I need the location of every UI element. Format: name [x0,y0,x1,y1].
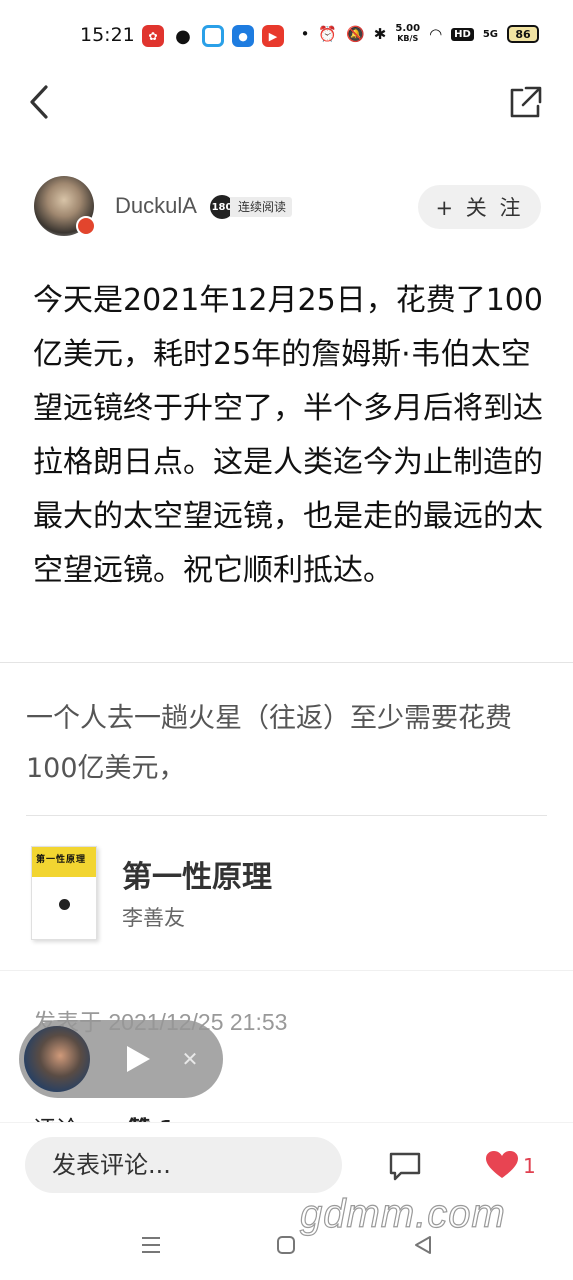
chevron-left-icon [30,85,48,119]
like-count: 1 [523,1154,536,1178]
video-icon: ▶ [262,25,284,47]
dot-icon: • [300,25,310,43]
speed-value: 5.00 [395,23,421,34]
share-icon [510,86,542,118]
like-button[interactable] [485,1150,519,1180]
back-triangle-icon [415,1236,431,1254]
post-body: 今天是2021年12月25日，花费了100亿美元，耗时25年的詹姆斯·韦伯太空望… [33,283,543,588]
bluetooth-icon: ✱ [373,25,387,43]
author-name[interactable]: DuckulA [115,193,197,219]
comment-input[interactable]: 发表评论... [25,1137,342,1193]
comment-icon [389,1152,421,1181]
network-speed: 5.00 KB/S [395,24,420,44]
browser-icon [202,25,224,47]
follow-button[interactable]: + 关 注 [418,185,541,229]
status-bar: 15:21 ✿ ● ● ▶ • ⏰ 🔕 ✱ 5.00 KB/S ◠ HD 5G … [0,0,573,72]
divider [0,662,573,663]
nav-home-button[interactable] [276,1235,296,1255]
hd-badge: HD [451,27,474,41]
nav-menu-button[interactable] [140,1235,162,1255]
avatar-badge-icon [76,216,96,236]
book-title[interactable]: 第一性原理 [122,852,272,896]
player-play-button[interactable] [124,1044,152,1074]
play-icon [127,1046,150,1072]
quoted-text: 一个人去一趟火星（往返）至少需要花费100亿美元， [26,703,512,784]
browser2-icon: ● [232,25,254,47]
wifi-icon: ◠ [429,25,443,43]
watermark: gdmm.com [299,1191,506,1236]
back-button[interactable] [20,82,60,122]
reading-streak-badge: 180 连续阅读 [210,195,293,219]
read-label: 连续阅读 [230,197,293,217]
alarm-icon: ⏰ [318,25,338,43]
home-icon [277,1236,295,1254]
wechat-icon: ● [172,25,194,47]
book-cover[interactable]: 第一性原理 [31,846,97,940]
network-type: 5G [482,28,498,40]
share-button[interactable] [504,82,544,122]
system-icons: • ⏰ 🔕 ✱ 5.00 KB/S ◠ HD 5G 86 [301,24,539,44]
player-thumbnail[interactable] [24,1026,90,1092]
status-time: 15:21 [80,24,135,46]
speed-unit: KB/S [397,34,419,43]
close-icon: ✕ [181,1047,199,1071]
battery-icon: 86 [507,25,539,43]
weibo-icon: ✿ [142,25,164,47]
book-cover-title: 第一性原理 [36,855,87,865]
comment-button[interactable] [388,1150,422,1182]
book-author: 李善友 [122,906,185,930]
heart-icon [486,1151,518,1178]
book-cover-figure-icon [59,899,70,910]
notification-icons: ✿ ● ● ▶ [142,25,284,47]
nav-back-button[interactable] [412,1234,434,1256]
mute-icon: 🔕 [346,25,365,43]
player-close-button[interactable]: ✕ [180,1048,200,1070]
divider [26,815,547,816]
divider [0,970,573,971]
menu-icon [142,1237,160,1253]
